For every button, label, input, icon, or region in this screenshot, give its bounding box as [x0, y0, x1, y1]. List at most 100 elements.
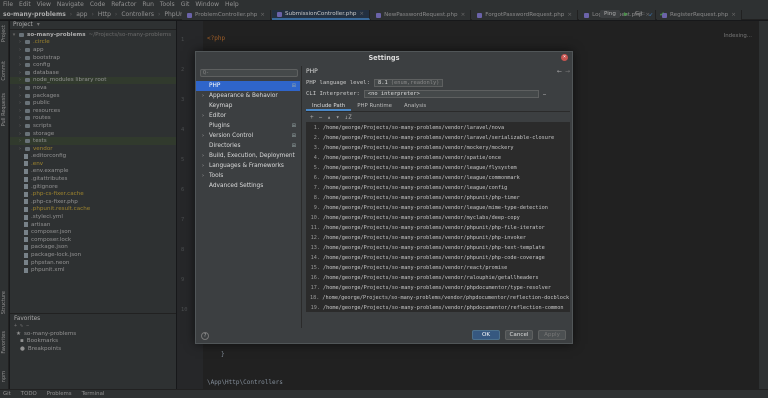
include-path-row[interactable]: 6./home/george/Projects/so-many-problems… [307, 173, 569, 183]
include-path-row[interactable]: 3./home/george/Projects/so-many-problems… [307, 143, 569, 153]
cancel-button[interactable]: Cancel [505, 330, 533, 340]
include-path-value: /home/george/Projects/so-many-problems/v… [323, 285, 551, 291]
cli-interpreter-select[interactable]: <no interpreter> [363, 89, 539, 98]
settings-breadcrumb: PHP ← → [306, 66, 570, 77]
settings-tree-label: Plugins [209, 123, 230, 129]
settings-tree-item[interactable]: Advanced Settings [196, 181, 300, 191]
include-path-row[interactable]: 12./home/george/Projects/so-many-problem… [307, 233, 569, 243]
back-arrow-icon[interactable]: ← [557, 68, 562, 75]
settings-tree-item[interactable]: Keymap [196, 101, 300, 111]
include-path-row[interactable]: 15./home/george/Projects/so-many-problem… [307, 263, 569, 273]
include-path-value: /home/george/Projects/so-many-problems/v… [323, 125, 505, 131]
include-path-row[interactable]: 10./home/george/Projects/so-many-problem… [307, 213, 569, 223]
include-path-value: /home/george/Projects/so-many-problems/v… [323, 175, 520, 181]
settings-tree-label: Build, Execution, Deployment [209, 153, 295, 159]
include-path-row[interactable]: 13./home/george/Projects/so-many-problem… [307, 243, 569, 253]
settings-tree-item[interactable]: › Build, Execution, Deployment [196, 151, 300, 161]
add-icon[interactable]: + [310, 114, 314, 121]
include-path-row[interactable]: 19./home/george/Projects/so-many-problem… [307, 303, 569, 311]
include-path-value: /home/george/Projects/so-many-problems/v… [323, 165, 517, 171]
chevron-right-icon[interactable]: › [202, 153, 206, 159]
include-path-value: /home/george/Projects/so-many-problems/v… [323, 215, 520, 221]
php-language-level-label: PHP language level: [306, 79, 370, 86]
settings-tree-label: Appearance & Behavior [209, 93, 278, 99]
include-path-row[interactable]: 9./home/george/Projects/so-many-problems… [307, 203, 569, 213]
settings-tree-item[interactable]: › Tools [196, 171, 300, 181]
chevron-right-icon[interactable]: › [202, 113, 206, 119]
settings-tree: PHP ⊞ › Appearance & Behavior Keymap › Editor P… [196, 81, 300, 191]
include-path-row[interactable]: 7./home/george/Projects/so-many-problems… [307, 183, 569, 193]
project-scope-icon: ⊞ [291, 83, 296, 89]
settings-tree-item[interactable]: Directories ⊞ [196, 141, 300, 151]
include-path-row[interactable]: 1./home/george/Projects/so-many-problems… [307, 123, 569, 133]
php-language-level-hint: (enum,readonly) [390, 79, 440, 86]
include-path-row[interactable]: 4./home/george/Projects/so-many-problems… [307, 153, 569, 163]
include-path-row[interactable]: 8./home/george/Projects/so-many-problems… [307, 193, 569, 203]
settings-subtab[interactable]: Include Path [306, 101, 352, 111]
dialog-buttons: OK Cancel Apply [472, 330, 566, 340]
ok-button[interactable]: OK [472, 330, 500, 340]
include-path-row[interactable]: 2./home/george/Projects/so-many-problems… [307, 133, 569, 143]
settings-tree-label: Editor [209, 113, 227, 119]
row-number: 3. [313, 145, 320, 151]
sort-icon[interactable]: ↓Z [345, 114, 352, 121]
row-number: 11. [310, 225, 320, 231]
row-number: 12. [310, 235, 320, 241]
remove-icon[interactable]: − [319, 114, 323, 121]
cli-interpreter-label: CLI Interpreter: [306, 90, 360, 97]
include-path-value: /home/george/Projects/so-many-problems/v… [323, 305, 564, 311]
php-language-level-select[interactable]: 8.1 (enum,readonly) [374, 78, 444, 87]
include-path-row[interactable]: 17./home/george/Projects/so-many-problem… [307, 283, 569, 293]
settings-dialog: Settings × Q- PHP ⊞ › Appearance & Behavior… [195, 51, 573, 344]
settings-subtabs: Include Path PHP Runtime Analysis [306, 101, 570, 112]
settings-tree-item[interactable]: › Editor [196, 111, 300, 121]
project-scope-icon: ⊞ [291, 123, 296, 129]
include-path-value: /home/george/Projects/so-many-problems/v… [323, 185, 508, 191]
chevron-right-icon[interactable]: › [202, 163, 206, 169]
include-path-value: /home/george/Projects/so-many-problems/v… [323, 205, 548, 211]
settings-search-input[interactable]: Q- [200, 69, 298, 77]
settings-title: Settings [368, 54, 400, 62]
include-path-row[interactable]: 16./home/george/Projects/so-many-problem… [307, 273, 569, 283]
row-number: 19. [310, 305, 320, 311]
include-path-row[interactable]: 18./home/george/Projects/so-many-problem… [307, 293, 569, 303]
close-icon[interactable]: × [561, 54, 568, 61]
chevron-right-icon[interactable]: › [202, 133, 206, 139]
settings-tree-item[interactable]: PHP ⊞ [196, 81, 300, 91]
settings-tree-label: Directories [209, 143, 241, 149]
row-number: 17. [310, 285, 320, 291]
more-icon[interactable]: … [543, 91, 546, 97]
apply-button[interactable]: Apply [538, 330, 566, 340]
chevron-right-icon[interactable]: › [202, 93, 206, 99]
settings-tree-label: PHP [209, 83, 221, 89]
help-icon[interactable]: ? [201, 332, 209, 340]
forward-arrow-icon[interactable]: → [565, 68, 570, 75]
settings-tree-item[interactable]: › Version Control ⊞ [196, 131, 300, 141]
settings-subtab[interactable]: Analysis [398, 101, 432, 111]
row-number: 6. [313, 175, 320, 181]
settings-tree-item[interactable]: › Languages & Frameworks [196, 161, 300, 171]
settings-tree-item[interactable]: Plugins ⊞ [196, 121, 300, 131]
move-down-icon[interactable]: ▾ [336, 114, 340, 121]
row-number: 9. [313, 205, 320, 211]
include-path-list: 1./home/george/Projects/so-many-problems… [306, 122, 570, 312]
include-path-row[interactable]: 11./home/george/Projects/so-many-problem… [307, 223, 569, 233]
include-path-row[interactable]: 14./home/george/Projects/so-many-problem… [307, 253, 569, 263]
settings-tree-item[interactable]: › Appearance & Behavior [196, 91, 300, 101]
include-path-value: /home/george/Projects/so-many-problems/v… [323, 195, 520, 201]
settings-content: PHP ← → PHP language level: 8.1 (enum,rea… [306, 66, 570, 312]
include-path-row[interactable]: 5./home/george/Projects/so-many-problems… [307, 163, 569, 173]
settings-tree-label: Tools [209, 173, 224, 179]
include-path-value: /home/george/Projects/so-many-problems/v… [323, 275, 539, 281]
row-number: 18. [310, 295, 320, 301]
chevron-right-icon[interactable]: › [202, 173, 206, 179]
php-language-level-row: PHP language level: 8.1 (enum,readonly) [306, 77, 570, 88]
include-path-value: /home/george/Projects/so-many-problems/v… [323, 235, 527, 241]
row-number: 7. [313, 185, 320, 191]
row-number: 13. [310, 245, 320, 251]
settings-subtab[interactable]: PHP Runtime [351, 101, 398, 111]
move-up-icon[interactable]: ▴ [327, 114, 331, 121]
settings-tree-label: Advanced Settings [209, 183, 264, 189]
row-number: 2. [313, 135, 320, 141]
project-scope-icon: ⊞ [291, 133, 296, 139]
